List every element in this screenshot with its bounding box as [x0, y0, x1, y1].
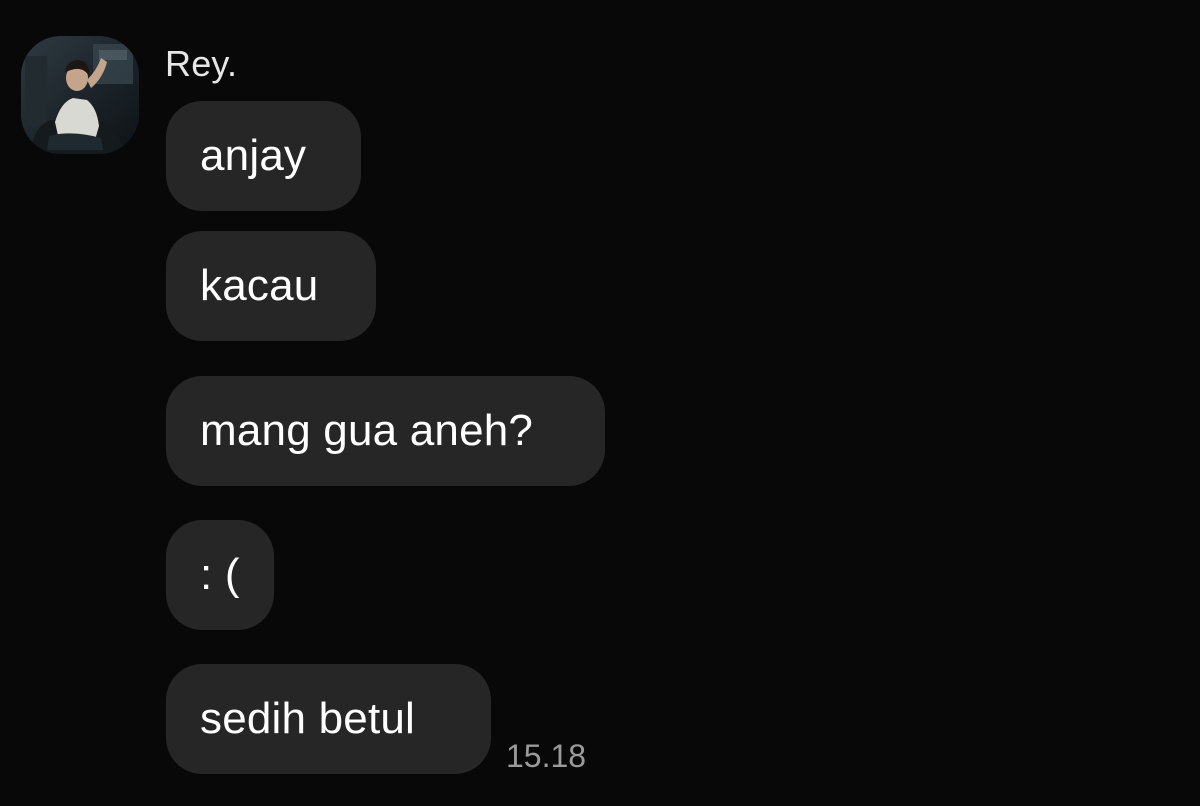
sender-name: Rey. — [165, 43, 238, 84]
message-bubble[interactable]: anjay — [166, 101, 361, 211]
message-bubble[interactable]: : ( — [166, 520, 274, 630]
message-bubble[interactable]: sedih betul — [166, 664, 491, 774]
message-text: mang gua aneh? — [200, 406, 534, 455]
message-timestamp: 15.18 — [506, 738, 587, 774]
message-bubble[interactable]: kacau — [166, 231, 376, 341]
avatar[interactable] — [21, 36, 139, 154]
message-bubble[interactable]: mang gua aneh? — [166, 376, 605, 486]
message-text: sedih betul — [200, 694, 416, 743]
profile-photo-icon — [21, 36, 139, 154]
message-text: kacau — [200, 261, 319, 310]
message-text: anjay — [200, 131, 307, 180]
message-text: : ( — [200, 550, 240, 599]
